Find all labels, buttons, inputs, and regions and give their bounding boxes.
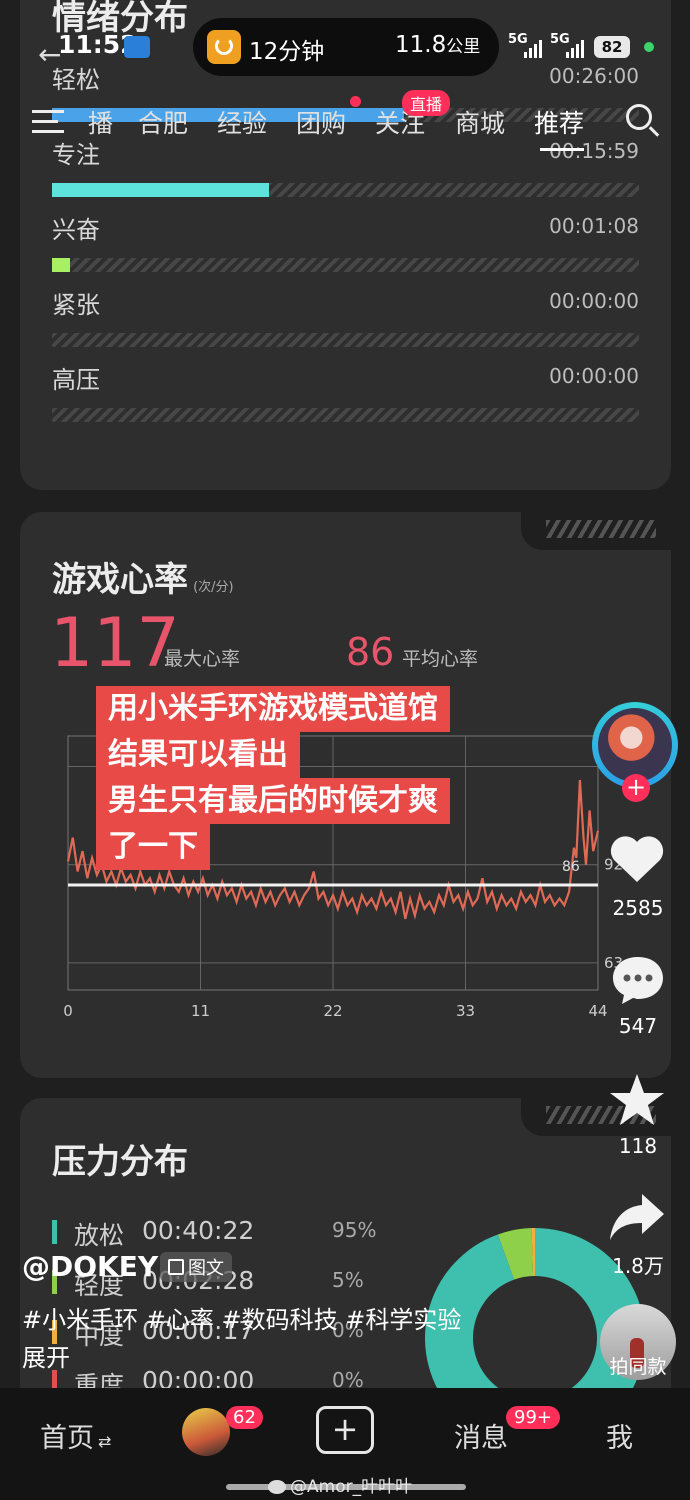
red-dot-icon xyxy=(350,96,361,107)
pressure-time: 00:40:22 xyxy=(142,1216,255,1245)
share-arrow-icon[interactable] xyxy=(608,1192,666,1242)
emotion-label: 高压 xyxy=(52,366,100,394)
max-heart-label: 最大心率 xyxy=(164,648,241,670)
average-marker-label: 86 xyxy=(562,859,580,875)
emotion-time: 00:00:00 xyxy=(549,289,639,313)
comment-count: 547 xyxy=(618,1014,658,1038)
comment-icon[interactable] xyxy=(610,954,666,1006)
post-type-badge: 图文 xyxy=(160,1252,232,1282)
share-count: 1.8万 xyxy=(612,1254,664,1278)
tab-tuijian[interactable]: 推荐 xyxy=(534,104,584,140)
nav-messages[interactable]: 消息 xyxy=(454,1416,508,1455)
friends-badge: 62 xyxy=(226,1406,263,1429)
top-tab-bar: 播 合肥 经验 团购 关注 直播 商城 推荐 xyxy=(0,90,690,151)
app-notification-icon xyxy=(124,36,150,58)
image-text-icon xyxy=(168,1259,184,1275)
max-heart-value: 117 xyxy=(50,604,180,683)
search-handle-icon xyxy=(648,126,660,137)
ride-pill[interactable]: 12分钟 11.8公里 xyxy=(193,18,499,76)
refresh-icon: ⇄ xyxy=(98,1432,112,1451)
caption-line-1: 用小米手环游戏模式道馆 xyxy=(96,686,450,732)
follow-plus-icon[interactable]: + xyxy=(622,774,650,802)
emotion-label: 兴奋 xyxy=(52,216,100,244)
emotion-time: 00:01:08 xyxy=(549,214,639,238)
emotion-bar-fill xyxy=(52,258,70,272)
post-hashtags[interactable]: #小米手环 #心率 #数码科技 #科学实验 xyxy=(22,1300,461,1335)
pressure-percent: 5% xyxy=(332,1268,364,1292)
ride-distance: 11.8 xyxy=(395,32,447,58)
heart-unit: (次/分) xyxy=(193,580,234,595)
status-bar: ← 11:52 12分钟 11.8公里 5G 5G 82 xyxy=(0,18,690,78)
avg-heart-value: 86 xyxy=(346,630,395,674)
battery-dot-icon xyxy=(644,42,654,52)
favorite-count: 118 xyxy=(618,1134,658,1158)
x-tick-label: 22 xyxy=(323,1002,342,1020)
emotion-label: 紧张 xyxy=(52,291,100,319)
emotion-time: 00:00:00 xyxy=(549,364,639,388)
post-author[interactable]: @DOKEY xyxy=(22,1250,158,1283)
nav-home[interactable]: 首页 ⇄ xyxy=(40,1416,111,1455)
search-icon[interactable] xyxy=(626,104,652,130)
nav-me[interactable]: 我 xyxy=(606,1416,633,1455)
battery-icon: 82 xyxy=(594,36,630,58)
signal-bars-1 xyxy=(524,40,544,58)
live-badge: 直播 xyxy=(402,90,451,116)
pressure-color-marker xyxy=(52,1220,57,1244)
avg-heart-label: 平均心率 xyxy=(402,648,479,670)
caption-line-3: 男生只有最后的时候才爽 xyxy=(96,778,450,824)
nav-friends[interactable] xyxy=(182,1408,230,1456)
watermark: @Amor_叶叶叶 xyxy=(268,1472,412,1497)
same-style-label[interactable]: 拍同款 xyxy=(586,1352,690,1379)
tab-indicator xyxy=(540,148,584,151)
create-button[interactable]: + xyxy=(316,1406,374,1454)
like-count: 2585 xyxy=(612,896,664,920)
caption-line-2: 结果可以看出 xyxy=(96,732,300,778)
caption-line-4: 了一下 xyxy=(96,824,210,870)
caption-overlay: 用小米手环游戏模式道馆 结果可以看出 男生只有最后的时候才爽 了一下 xyxy=(96,686,516,870)
pressure-percent: 95% xyxy=(332,1218,377,1242)
tab-jingyan[interactable]: 经验 xyxy=(217,104,267,140)
x-tick-label: 33 xyxy=(456,1002,475,1020)
tab-hefei[interactable]: 合肥 xyxy=(138,104,188,140)
tab-bo[interactable]: 播 xyxy=(88,104,113,140)
favorite-star-icon[interactable] xyxy=(608,1072,666,1128)
x-tick-label: 11 xyxy=(191,1002,210,1020)
tab-shangcheng[interactable]: 商城 xyxy=(455,104,505,140)
card-stripes-icon xyxy=(546,520,656,538)
weibo-icon xyxy=(268,1480,286,1494)
emotion-bar-track xyxy=(52,258,639,272)
emotion-bar-track xyxy=(52,408,639,422)
pressure-title: 压力分布 xyxy=(52,1142,188,1182)
pressure-label: 放松 xyxy=(74,1221,125,1250)
heart-title: 游戏心率 xyxy=(52,560,188,600)
menu-icon[interactable] xyxy=(32,110,64,134)
like-icon[interactable] xyxy=(608,834,666,884)
post-expand[interactable]: 展开 xyxy=(22,1338,70,1373)
ride-app-icon xyxy=(207,30,241,64)
tab-tuangou[interactable]: 团购 xyxy=(296,104,346,140)
x-tick-label: 0 xyxy=(63,1002,73,1020)
emotion-bar-fill xyxy=(52,183,270,197)
ride-time: 12分钟 xyxy=(249,39,325,65)
signal-bars-2 xyxy=(566,40,586,58)
ride-unit: 公里 xyxy=(446,37,481,57)
action-column: + 2585 547 118 1.8万 拍同款 xyxy=(586,700,690,1380)
messages-badge: 99+ xyxy=(506,1406,560,1429)
emotion-bar-track xyxy=(52,333,639,347)
